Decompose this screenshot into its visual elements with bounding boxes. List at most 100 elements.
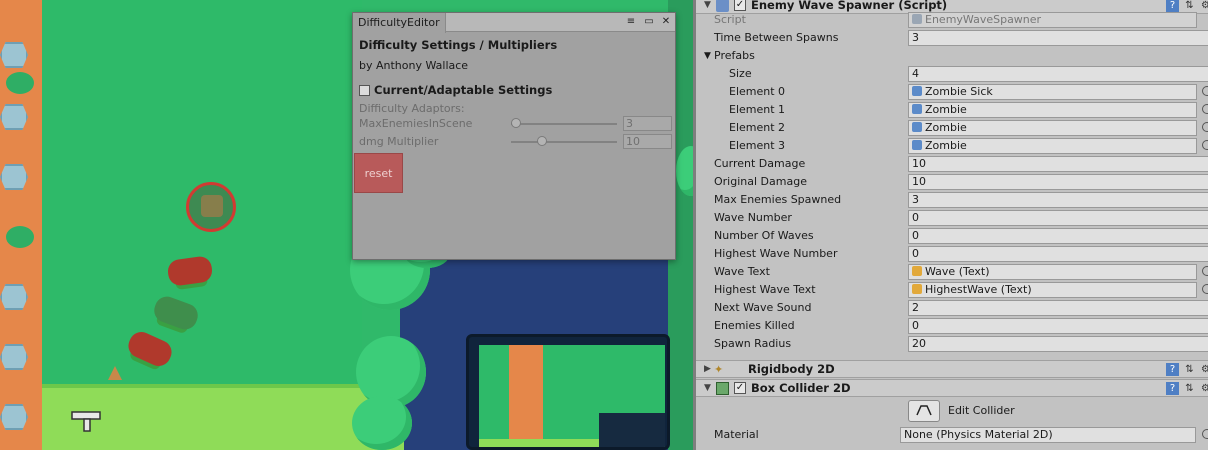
prop-label: Highest Wave Text: [714, 283, 816, 296]
field-value: Zombie: [925, 139, 967, 152]
max-enemies-spawned-row: Max Enemies Spawned 3: [696, 191, 1208, 209]
edit-collider-icon: [916, 405, 932, 416]
prop-label: Prefabs: [714, 49, 755, 62]
rigidbody-icon: ✦: [714, 363, 724, 376]
preset-icon[interactable]: ⇅: [1183, 382, 1196, 395]
minimap-road: [509, 345, 543, 447]
minimap[interactable]: [466, 334, 670, 450]
element-field[interactable]: Zombie: [908, 102, 1197, 118]
help-icon[interactable]: ?: [1166, 382, 1179, 395]
prop-label: Script: [714, 13, 746, 26]
prop-label: Original Damage: [714, 175, 807, 188]
box-collider-header[interactable]: ▼ ✓ Box Collider 2D ? ⇅ ⚙: [696, 379, 1208, 397]
slider-thumb[interactable]: [537, 136, 547, 146]
element-row: Element 0 Zombie Sick: [696, 83, 1208, 101]
foldout-arrow-icon[interactable]: ▼: [704, 383, 711, 393]
number-field[interactable]: 0: [908, 210, 1208, 226]
script-file-icon: [912, 14, 922, 24]
box-collider-icon: [716, 382, 729, 395]
prefab-icon: [912, 104, 922, 114]
prop-label: Element 0: [729, 85, 786, 98]
rock-sprite: [0, 164, 28, 190]
author-label: by Anthony Wallace: [359, 59, 469, 72]
rock-sprite: [0, 404, 28, 430]
window-titlebar[interactable]: DifficultyEditor ≡ ▭ ✕: [353, 13, 675, 33]
material-field[interactable]: None (Physics Material 2D): [900, 427, 1196, 443]
number-field[interactable]: 2: [908, 300, 1208, 316]
prefabs-row[interactable]: ▼ Prefabs: [696, 47, 1208, 65]
number-field[interactable]: 3: [908, 192, 1208, 208]
prop-label: Enemies Killed: [714, 319, 795, 332]
object-picker-icon[interactable]: [1202, 104, 1208, 114]
number-field[interactable]: 10: [908, 174, 1208, 190]
difficulty-editor-window[interactable]: DifficultyEditor ≡ ▭ ✕ Difficulty Settin…: [352, 12, 676, 260]
slider-label: dmg Multiplier: [359, 135, 439, 148]
size-field[interactable]: 4: [908, 66, 1208, 82]
prop-label: Max Enemies Spawned: [714, 193, 842, 206]
bush-sprite: [6, 72, 34, 94]
current-damage-row: Current Damage 10: [696, 155, 1208, 173]
object-picker-icon[interactable]: [1202, 429, 1208, 439]
original-damage-row: Original Damage 10: [696, 173, 1208, 191]
rock-sprite: [0, 42, 28, 68]
scene-dirt-path: [0, 0, 42, 450]
text-component-icon: [912, 266, 922, 276]
window-tab[interactable]: DifficultyEditor: [353, 13, 446, 33]
spawn-radius-row: Spawn Radius 20: [696, 335, 1208, 353]
prefab-icon: [912, 122, 922, 132]
component-enabled-checkbox[interactable]: ✓: [734, 382, 746, 394]
time-between-spawns-field[interactable]: 3: [908, 30, 1208, 46]
enemies-killed-row: Enemies Killed 0: [696, 317, 1208, 335]
number-field[interactable]: 10: [908, 156, 1208, 172]
object-picker-icon[interactable]: [1202, 284, 1208, 294]
script-field[interactable]: EnemyWaveSpawner: [908, 12, 1197, 28]
gun-icon[interactable]: [70, 408, 102, 434]
rigidbody-header[interactable]: ▶ ✦ Rigidbody 2D ? ⇅ ⚙: [696, 360, 1208, 378]
adaptable-settings-toggle[interactable]: Current/Adaptable Settings: [359, 83, 669, 97]
slider-label: MaxEnemiesInScene: [359, 117, 473, 130]
element-field[interactable]: Zombie: [908, 138, 1197, 154]
rock-sprite: [0, 344, 28, 370]
number-field[interactable]: 0: [908, 246, 1208, 262]
field-value: Zombie: [925, 121, 967, 134]
slider-value-field[interactable]: 10: [623, 134, 672, 149]
material-row: Material None (Physics Material 2D): [696, 426, 1208, 444]
object-picker-icon[interactable]: [1202, 86, 1208, 96]
slider-track[interactable]: [511, 141, 617, 143]
help-icon[interactable]: ?: [1166, 363, 1179, 376]
foldout-arrow-icon[interactable]: ▶: [704, 364, 711, 374]
foldout-arrow-icon[interactable]: ▼: [704, 0, 711, 10]
adaptable-checkbox[interactable]: [359, 84, 370, 96]
text-component-icon: [912, 284, 922, 294]
time-between-spawns-row: Time Between Spawns 3: [696, 29, 1208, 47]
gear-icon[interactable]: ⚙: [1199, 382, 1208, 395]
object-picker-icon[interactable]: [1202, 122, 1208, 132]
element-field[interactable]: Zombie Sick: [908, 84, 1197, 100]
menu-icon[interactable]: ≡: [625, 15, 637, 29]
adaptable-label: Current/Adaptable Settings: [374, 83, 553, 97]
number-field[interactable]: 20: [908, 336, 1208, 352]
field-value: Zombie Sick: [925, 85, 993, 98]
prop-label: Current Damage: [714, 157, 806, 170]
selected-enemy-sprite[interactable]: [186, 182, 236, 232]
number-field[interactable]: 0: [908, 318, 1208, 334]
prefabs-foldout-icon[interactable]: ▼: [704, 51, 711, 61]
gear-icon[interactable]: ⚙: [1199, 363, 1208, 376]
close-icon[interactable]: ✕: [660, 15, 672, 29]
element-row: Element 3 Zombie: [696, 137, 1208, 155]
wave-text-field[interactable]: Wave (Text): [908, 264, 1197, 280]
highest-wave-text-field[interactable]: HighestWave (Text): [908, 282, 1197, 298]
prop-label: Next Wave Sound: [714, 301, 812, 314]
reset-button[interactable]: reset: [354, 153, 403, 193]
object-picker-icon[interactable]: [1202, 266, 1208, 276]
object-picker-icon[interactable]: [1202, 140, 1208, 150]
slider-value-field[interactable]: 3: [623, 116, 672, 131]
edit-collider-button[interactable]: [908, 400, 940, 422]
preset-icon[interactable]: ⇅: [1183, 363, 1196, 376]
component-enabled-checkbox[interactable]: ✓: [734, 0, 746, 11]
element-field[interactable]: Zombie: [908, 120, 1197, 136]
number-field[interactable]: 0: [908, 228, 1208, 244]
slider-thumb[interactable]: [511, 118, 521, 128]
slider-track[interactable]: [511, 123, 617, 125]
maximize-icon[interactable]: ▭: [643, 15, 655, 29]
